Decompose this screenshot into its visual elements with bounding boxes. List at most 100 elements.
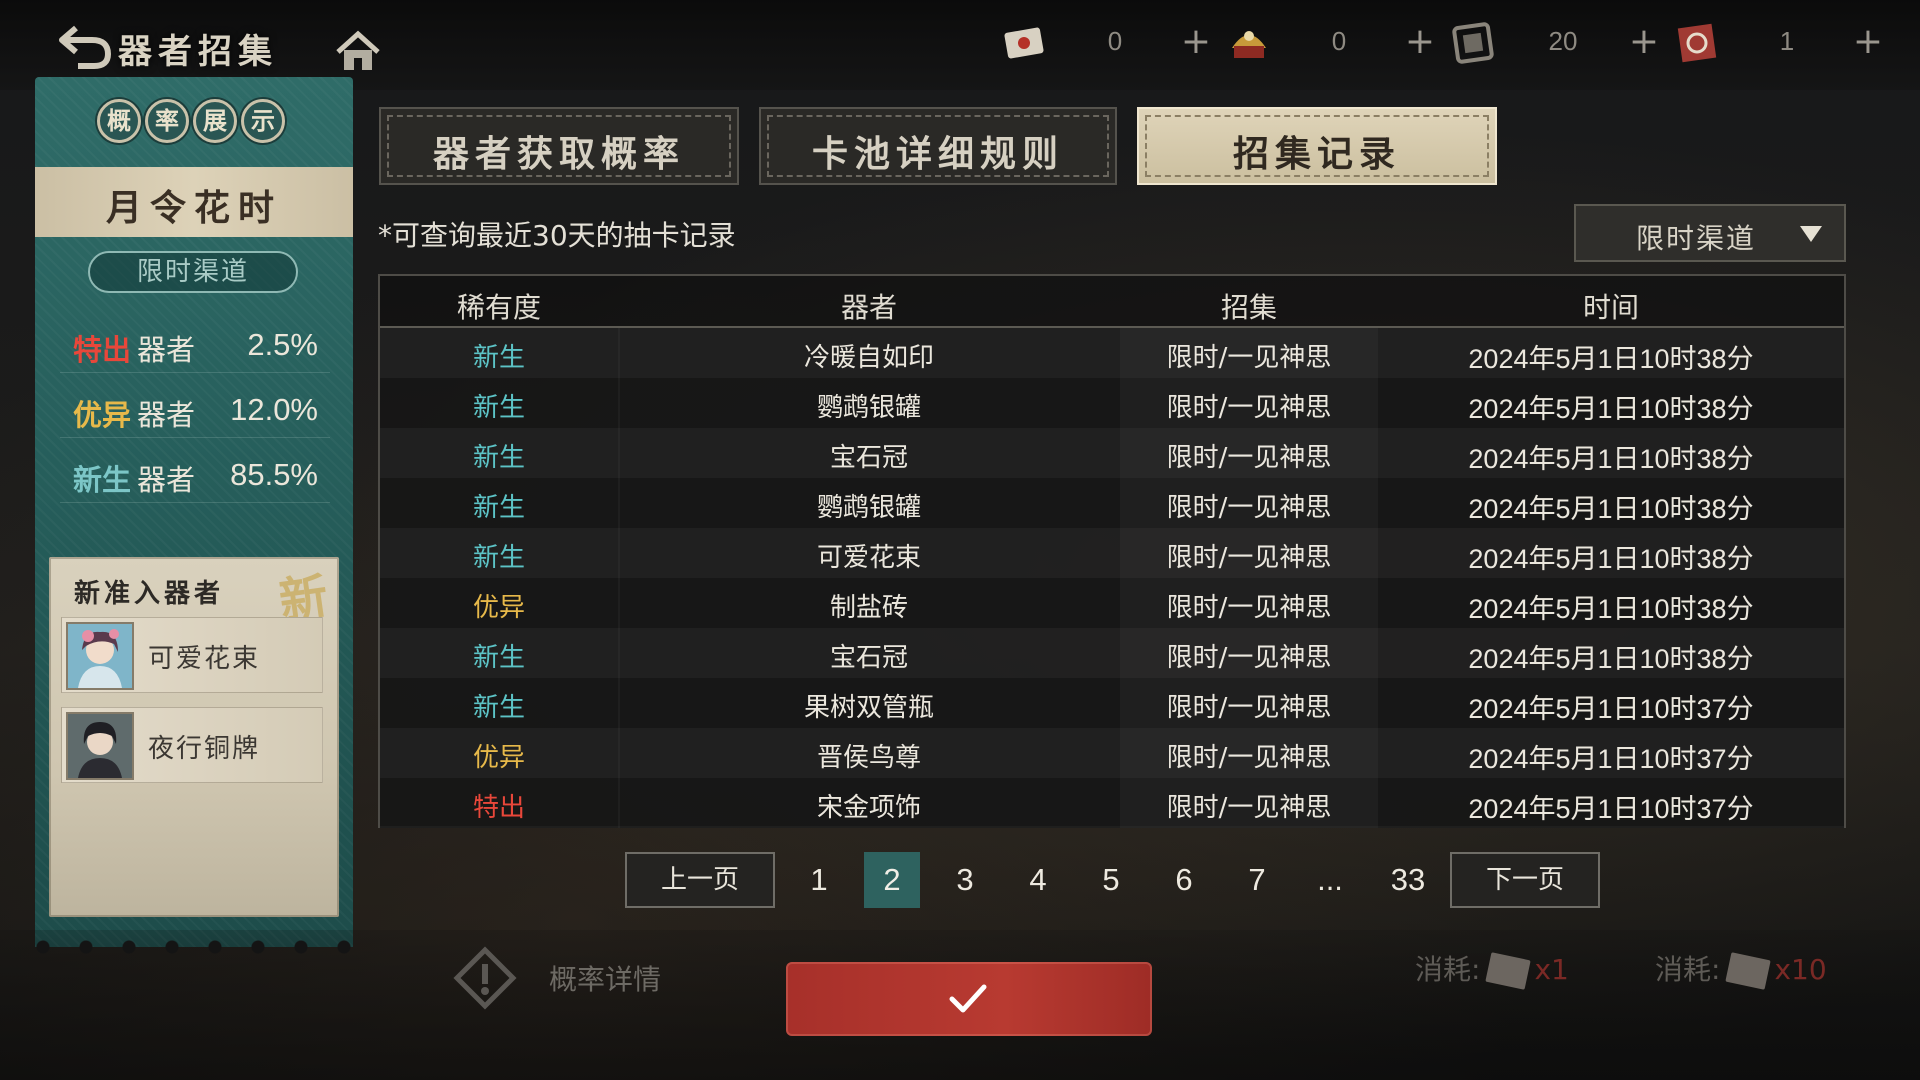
- currency-value: 0: [1331, 26, 1347, 56]
- cost-multiplier: x10: [1774, 953, 1827, 986]
- confirm-button[interactable]: [786, 962, 1152, 1036]
- item-cell: 果树双管瓶: [803, 693, 934, 723]
- rarity-cell: 新生: [472, 343, 525, 373]
- home-icon: [336, 30, 380, 70]
- new-entry-name: 夜行铜牌: [148, 734, 261, 764]
- time-cell: 2024年5月1日10时38分: [1468, 394, 1754, 424]
- probability-detail-label: 概率详情: [549, 963, 662, 996]
- back-button[interactable]: [58, 22, 114, 70]
- new-entry-item[interactable]: 夜行铜牌: [61, 707, 323, 783]
- table-row: 新生 可爱花束 限时/一见神思 2024年5月1日10时38分: [380, 528, 1844, 578]
- character-portrait-icon: [66, 712, 134, 780]
- rarity-cell: 新生: [472, 393, 525, 423]
- tab-label: 卡池详细规则: [811, 133, 1064, 175]
- badge-char: 示: [241, 99, 285, 143]
- rarity-label: 优异: [73, 398, 132, 432]
- new-entry-name: 可爱花束: [148, 644, 261, 674]
- page-number-current[interactable]: 2: [864, 852, 920, 908]
- add-currency-button[interactable]: +: [1848, 20, 1888, 64]
- page-number[interactable]: 5: [1083, 852, 1139, 908]
- ticket-icon: [1725, 952, 1772, 990]
- page-number[interactable]: 7: [1229, 852, 1285, 908]
- column-header-rarity: 稀有度: [456, 291, 541, 324]
- cost-multiplier: x1: [1534, 953, 1569, 986]
- home-button[interactable]: [334, 30, 382, 74]
- new-entry-item[interactable]: 可爱花束: [61, 617, 323, 693]
- time-cell: 2024年5月1日10时37分: [1468, 744, 1754, 774]
- rarity-label: 特出: [73, 333, 132, 367]
- table-row: 新生 冷暖自如印 限时/一见神思 2024年5月1日10时38分: [380, 328, 1844, 378]
- add-currency-button[interactable]: +: [1176, 20, 1216, 64]
- table-row: 优异 晋侯鸟尊 限时/一见神思 2024年5月1日10时37分: [380, 728, 1844, 778]
- checkmark-icon: [949, 984, 987, 1013]
- item-cell: 可爱花束: [816, 543, 921, 573]
- time-cell: 2024年5月1日10时38分: [1468, 644, 1754, 674]
- column-header-pool: 招集: [1220, 291, 1277, 324]
- prev-page-button[interactable]: 上一页: [625, 852, 775, 908]
- column-divider: [618, 328, 620, 828]
- record-table: 稀有度 器者 招集 时间 新生 冷暖自如印 限时/一见神思 2024年5月1日1…: [378, 274, 1846, 828]
- tab-recruit-record[interactable]: 招集记录: [1137, 107, 1497, 185]
- rate-percent: 85.5%: [230, 457, 318, 492]
- currency-value: 20: [1548, 26, 1578, 56]
- time-cell: 2024年5月1日10时37分: [1468, 794, 1754, 824]
- triangle-down-icon: [1800, 226, 1822, 242]
- rarity-label: 新生: [73, 463, 132, 497]
- badge-char: 概: [97, 99, 141, 143]
- rarity-cell: 新生: [472, 643, 525, 673]
- column-shade: [1120, 328, 1378, 828]
- back-arrow-icon: [59, 25, 112, 69]
- next-page-button[interactable]: 下一页: [1450, 852, 1600, 908]
- page-number[interactable]: 3: [937, 852, 993, 908]
- rarity-cell: 优异: [472, 743, 525, 773]
- currency-seal: 1 +: [1672, 18, 1896, 68]
- divider: [60, 502, 330, 503]
- table-header: 稀有度 器者 招集 时间: [380, 276, 1844, 328]
- currency-lantern: 0 +: [1224, 18, 1448, 68]
- column-header-time: 时间: [1582, 291, 1639, 324]
- item-cell: 制盐砖: [829, 593, 908, 623]
- item-cell: 冷暖自如印: [803, 343, 934, 373]
- time-cell: 2024年5月1日10时38分: [1468, 344, 1754, 374]
- add-currency-button[interactable]: +: [1624, 20, 1664, 64]
- rarity-cell: 新生: [472, 693, 525, 723]
- tab-pool-rules[interactable]: 卡池详细规则: [759, 107, 1117, 185]
- page-number[interactable]: 6: [1156, 852, 1212, 908]
- currency-scroll: 20 +: [1448, 18, 1672, 68]
- add-currency-button[interactable]: +: [1400, 20, 1440, 64]
- time-cell: 2024年5月1日10时38分: [1468, 544, 1754, 574]
- rarity-cell: 新生: [472, 443, 525, 473]
- rarity-cell: 新生: [472, 493, 525, 523]
- time-cell: 2024年5月1日10时38分: [1468, 444, 1754, 474]
- tab-label: 招集记录: [1232, 133, 1401, 175]
- rate-row: 优异 器者 12.0%: [73, 384, 318, 434]
- single-draw-cost: 消耗: x1: [1415, 948, 1569, 990]
- item-cell: 宝石冠: [829, 643, 908, 673]
- time-cell: 2024年5月1日10时37分: [1468, 694, 1754, 724]
- cost-label: 消耗:: [1415, 953, 1481, 986]
- tab-acquire-probability[interactable]: 器者获取概率: [379, 107, 739, 185]
- rate-percent: 12.0%: [230, 392, 318, 427]
- divider: [60, 437, 330, 438]
- dropdown-value: 限时渠道: [1636, 222, 1757, 255]
- page-number[interactable]: 1: [791, 852, 847, 908]
- kind-label: 器者: [137, 333, 196, 367]
- tab-label: 器者获取概率: [432, 133, 685, 175]
- table-row: 新生 鹦鹉银罐 限时/一见神思 2024年5月1日10时38分: [380, 378, 1844, 428]
- cost-label: 消耗:: [1655, 953, 1721, 986]
- channel-tag: 限时渠道: [88, 251, 298, 293]
- item-cell: 宋金项饰: [816, 793, 921, 823]
- new-entries-title: 新准入器者: [73, 579, 224, 609]
- channel-dropdown[interactable]: 限时渠道: [1574, 204, 1846, 262]
- badge-char: 展: [193, 99, 237, 143]
- currency-red-envelope: 0 +: [1000, 18, 1224, 68]
- time-cell: 2024年5月1日10时38分: [1468, 494, 1754, 524]
- divider: [60, 372, 330, 373]
- currency-value: 0: [1107, 26, 1123, 56]
- page-number[interactable]: 33: [1378, 852, 1438, 908]
- pool-info-panel: 概 率 展 示 月令花时 限时渠道 特出 器者 2.5% 优异 器者 12.0%…: [35, 77, 353, 955]
- currency-value: 1: [1779, 26, 1795, 56]
- item-cell: 宝石冠: [829, 443, 908, 473]
- page-number[interactable]: 4: [1010, 852, 1066, 908]
- table-row: 新生 宝石冠 限时/一见神思 2024年5月1日10时38分: [380, 628, 1844, 678]
